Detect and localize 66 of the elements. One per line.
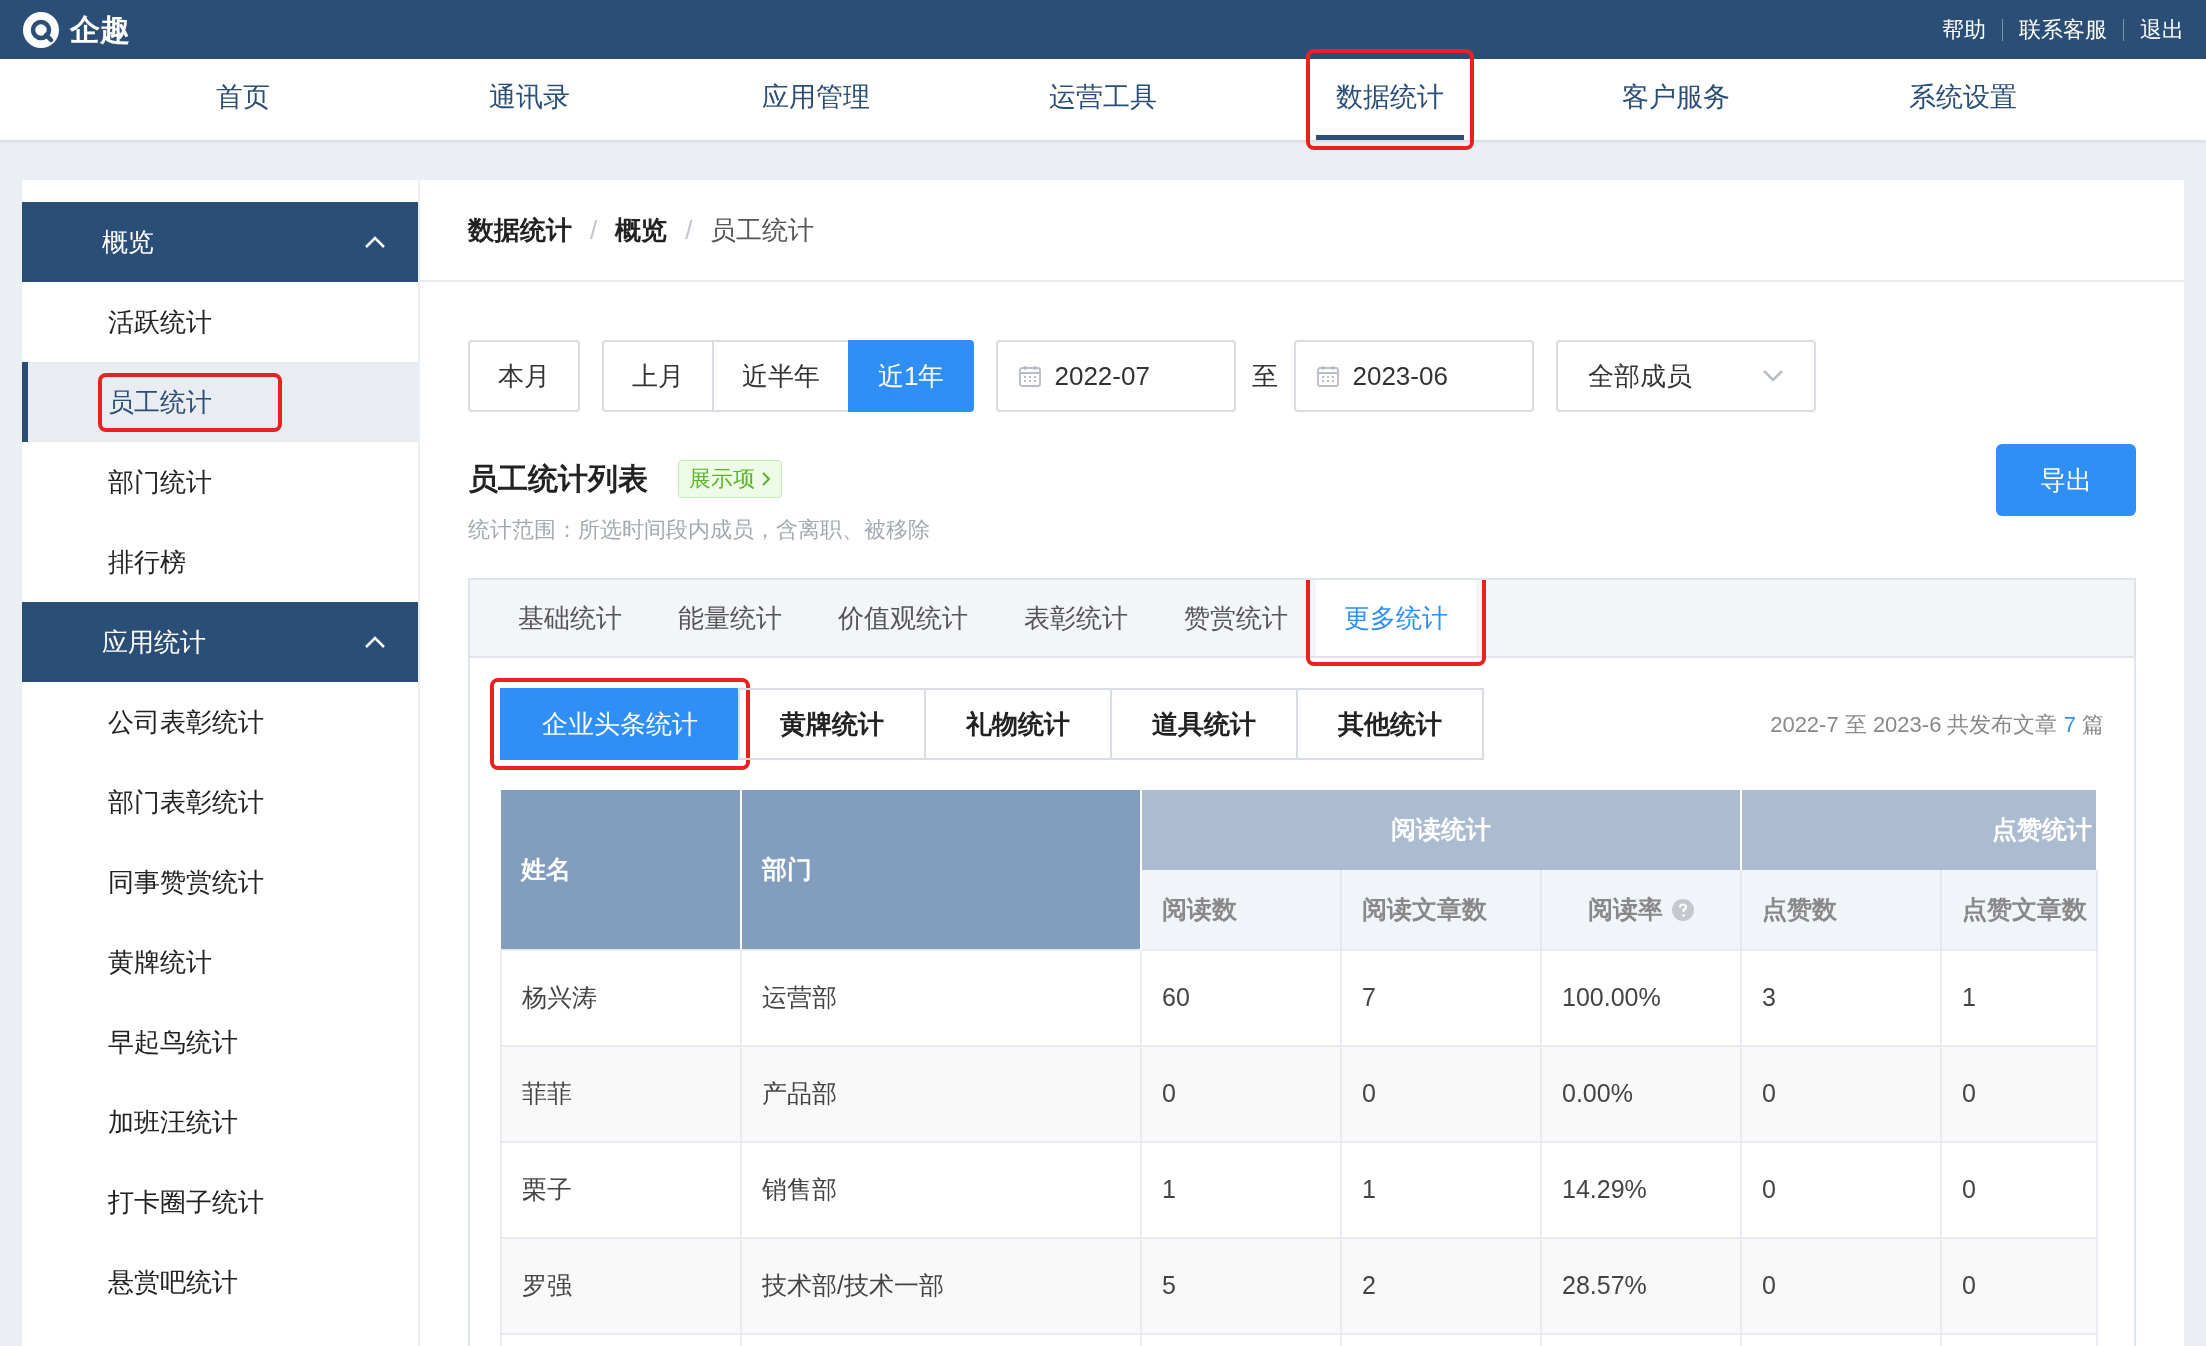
- breadcrumb-item[interactable]: 数据统计: [468, 210, 572, 250]
- column-header: 部门: [741, 790, 1141, 950]
- calendar-icon: [1316, 364, 1341, 388]
- column-header: 阅读率: [1541, 870, 1741, 950]
- stats-tab[interactable]: 基础统计: [490, 580, 650, 656]
- breadcrumb-separator: /: [590, 213, 598, 247]
- sidebar-item[interactable]: 加班汪统计: [108, 1102, 238, 1142]
- sidebar-item[interactable]: 黄牌统计: [108, 942, 212, 982]
- chevron-up-icon: [364, 635, 386, 649]
- top-link[interactable]: 联系客服: [2019, 13, 2107, 46]
- breadcrumb-item[interactable]: 概览: [615, 210, 668, 250]
- range-separator: 至: [1252, 359, 1279, 393]
- column-header: 点赞文章数: [1941, 870, 2097, 950]
- stats-tab[interactable]: 能量统计: [650, 580, 810, 656]
- chevron-right-icon: [761, 470, 771, 487]
- sidebar-item[interactable]: 排行榜: [108, 542, 186, 582]
- stats-tab[interactable]: 表彰统计: [996, 580, 1156, 656]
- stats-tab[interactable]: 赞赏统计: [1156, 580, 1316, 656]
- chevron-up-icon: [364, 235, 386, 249]
- nav-tab[interactable]: 应用管理: [742, 59, 891, 140]
- nav-tab[interactable]: 客户服务: [1602, 59, 1751, 140]
- sub-tab[interactable]: 礼物统计: [924, 688, 1112, 760]
- sidebar-item[interactable]: 悬赏吧统计: [108, 1262, 238, 1302]
- top-link[interactable]: 退出: [2140, 13, 2184, 46]
- sidebar-item[interactable]: 部门表彰统计: [108, 782, 264, 822]
- sub-tab[interactable]: 道具统计: [1110, 688, 1298, 760]
- sidebar-item[interactable]: 部门统计: [108, 462, 212, 502]
- logo-text: 企趣: [70, 12, 130, 48]
- top-link[interactable]: 帮助: [1942, 13, 1986, 46]
- nav-tab[interactable]: 通讯录: [469, 59, 591, 140]
- sidebar-item[interactable]: 同事赞赏统计: [108, 862, 264, 902]
- sidebar-item[interactable]: 活跃统计: [108, 302, 212, 342]
- sub-tab[interactable]: 黄牌统计: [738, 688, 926, 760]
- scope-note: 统计范围：所选时间段内成员，含离职、被移除: [468, 516, 930, 544]
- stats-tab[interactable]: 价值观统计: [810, 580, 996, 656]
- sub-tab[interactable]: 其他统计: [1296, 688, 1484, 760]
- nav-tab[interactable]: 首页: [196, 59, 291, 140]
- column-header: 阅读文章数: [1341, 870, 1541, 950]
- logo-icon: [22, 10, 60, 49]
- chevron-down-icon: [1762, 369, 1785, 383]
- calendar-icon: [1018, 364, 1043, 388]
- column-header: 阅读数: [1141, 870, 1341, 950]
- end-date-field[interactable]: 2023-06: [1294, 340, 1535, 412]
- period-button[interactable]: 上月: [602, 340, 714, 412]
- nav-tab[interactable]: 运营工具: [1029, 59, 1177, 140]
- help-icon[interactable]: [1670, 897, 1695, 922]
- sidebar-group-header[interactable]: 应用统计: [22, 602, 418, 682]
- period-button[interactable]: 本月: [468, 340, 580, 412]
- group-header: 阅读统计: [1141, 790, 1741, 870]
- table-cell: 杨兴涛: [501, 950, 741, 1046]
- table-cell: 运营部: [741, 950, 1141, 1046]
- column-header: 姓名: [501, 790, 741, 950]
- sidebar-group-header[interactable]: 概览: [22, 202, 418, 282]
- breadcrumb-separator: /: [685, 213, 693, 247]
- list-title: 员工统计列表: [468, 461, 648, 497]
- sidebar-item[interactable]: 早起鸟统计: [108, 1022, 238, 1062]
- nav-tab[interactable]: 数据统计: [1315, 59, 1464, 140]
- sidebar-item[interactable]: 公司表彰统计: [108, 702, 264, 742]
- nav-tab[interactable]: 系统设置: [1888, 59, 2037, 140]
- column-header: 点赞数: [1741, 870, 1941, 950]
- summary-text: 2022-7 至 2023-6 共发布文章 7 篇: [1770, 710, 2104, 739]
- group-header: 点赞统计: [1741, 790, 2097, 870]
- start-date-field[interactable]: 2022-07: [996, 340, 1237, 412]
- sidebar-item[interactable]: 打卡圈子统计: [108, 1182, 264, 1222]
- breadcrumb-item[interactable]: 员工统计: [710, 210, 815, 250]
- member-select[interactable]: 全部成员: [1556, 340, 1817, 412]
